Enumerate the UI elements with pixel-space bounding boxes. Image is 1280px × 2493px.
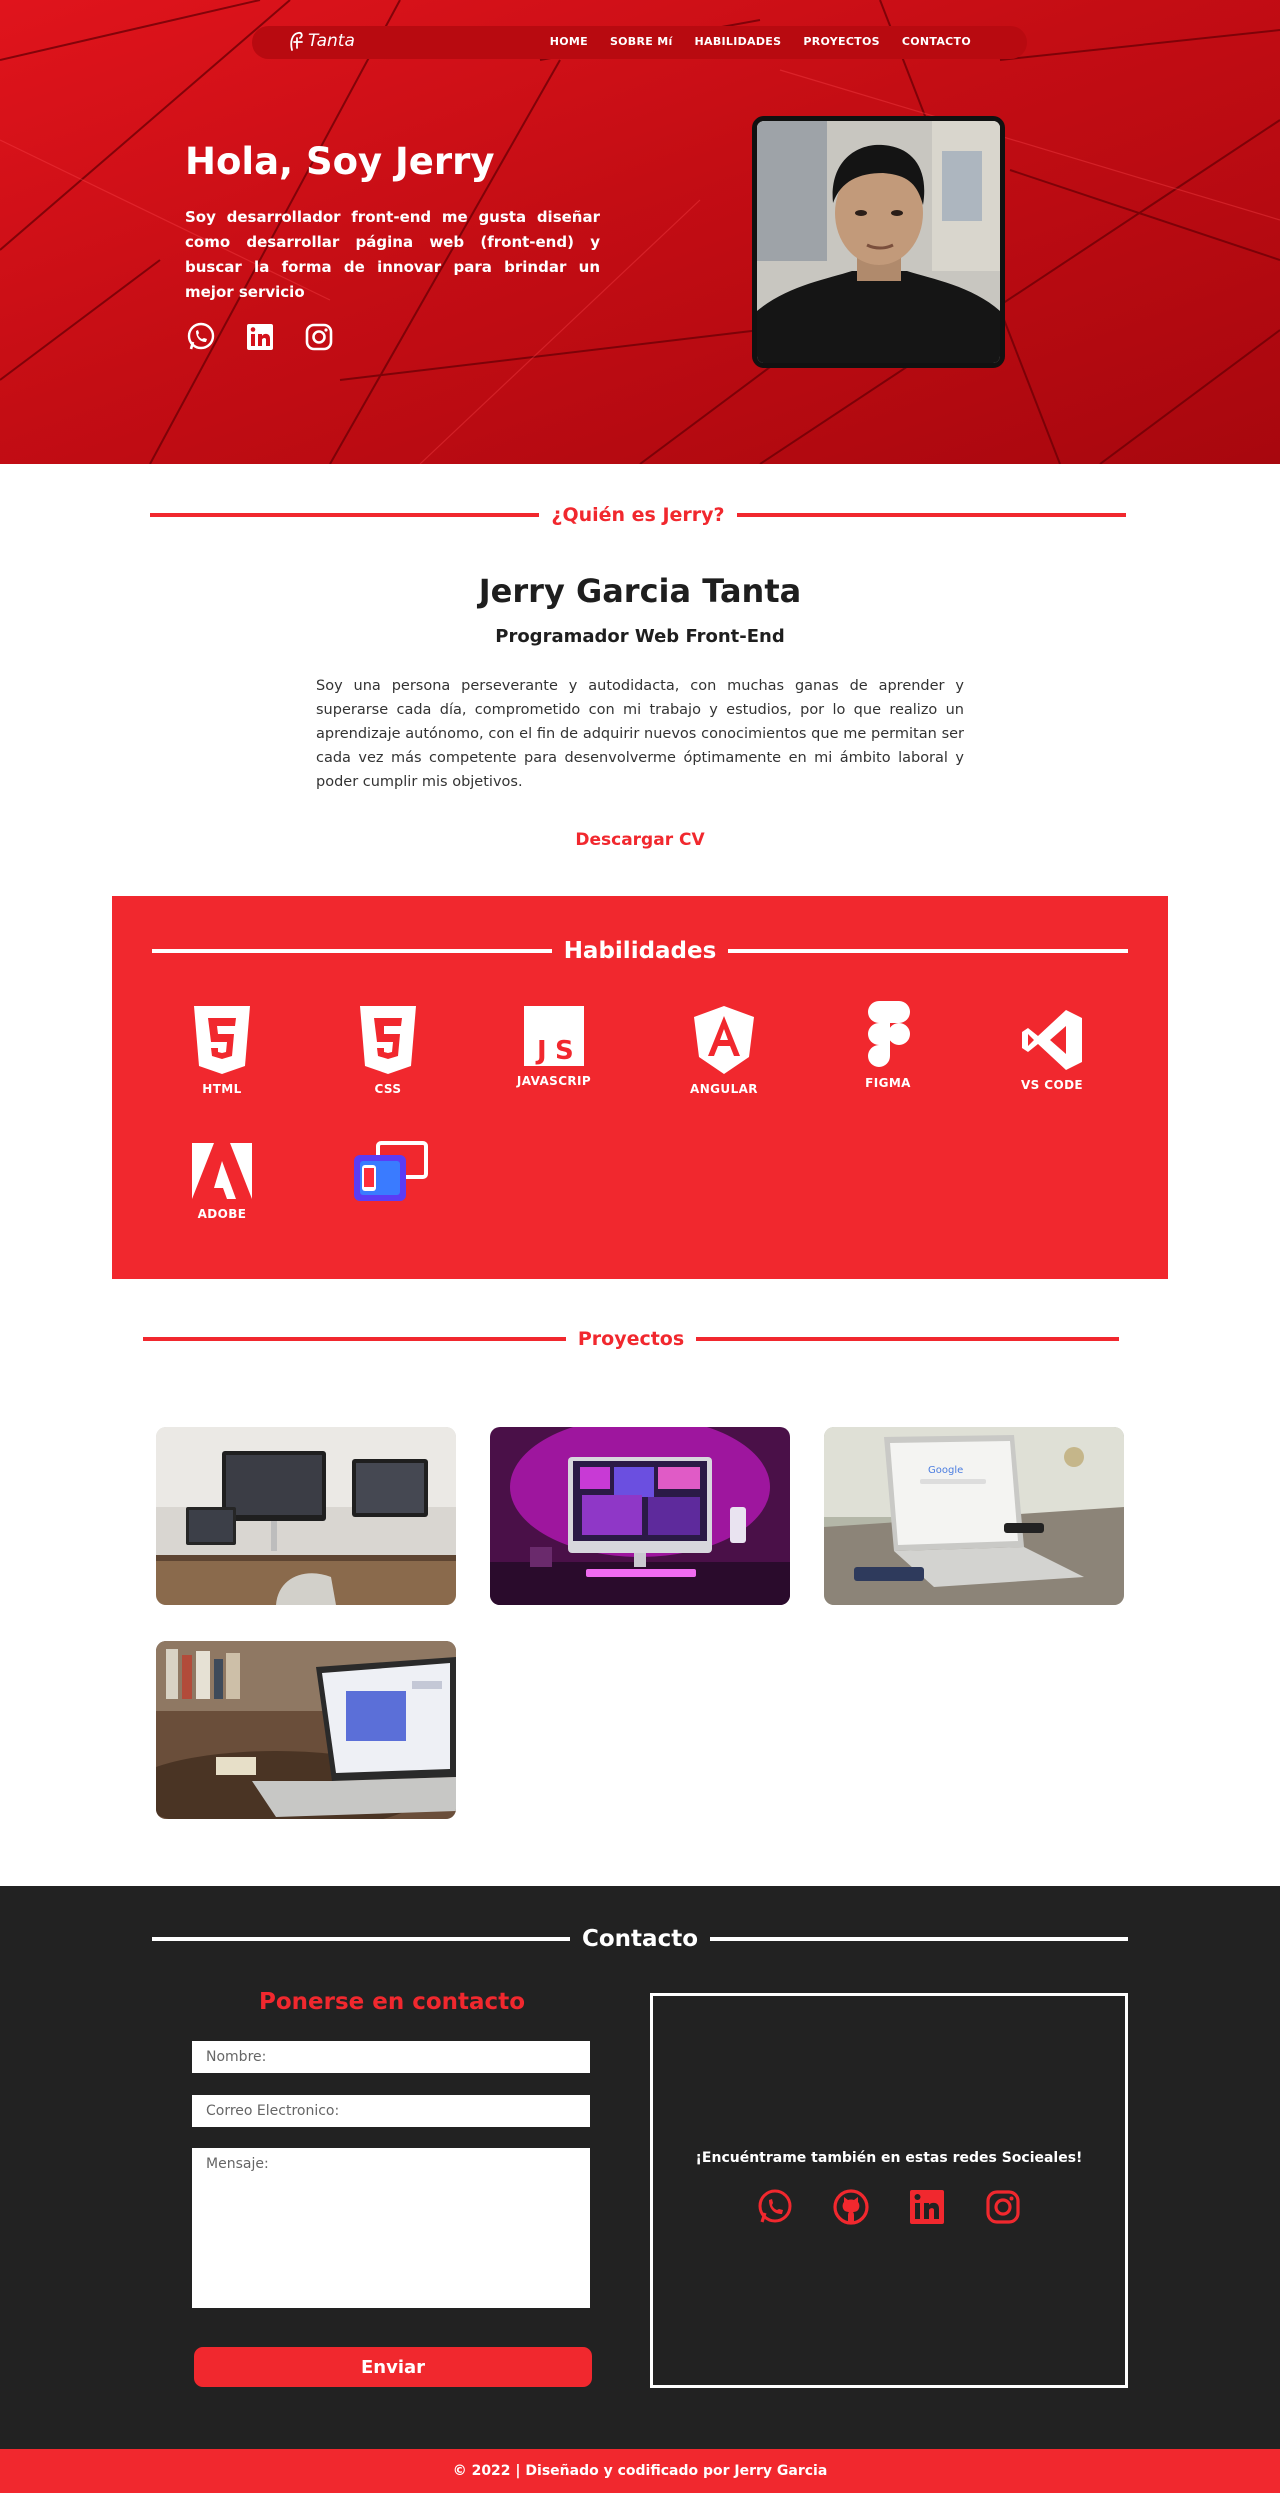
nav-habilidades[interactable]: HABILIDADES — [695, 35, 782, 48]
nav-links: HOME SOBRE Mí HABILIDADES PROYECTOS CONT… — [550, 35, 971, 48]
skills-section-title: Habilidades — [152, 938, 1128, 964]
responsive-devices-icon — [354, 1141, 428, 1201]
html5-icon — [194, 1006, 250, 1074]
css3-icon — [360, 1006, 416, 1074]
divider-line — [152, 949, 552, 953]
svg-text:Google: Google — [928, 1465, 963, 1476]
email-field[interactable] — [192, 2095, 590, 2127]
skill-label: HTML — [202, 1082, 242, 1096]
hero-social-links — [185, 321, 600, 353]
name-field[interactable] — [192, 2041, 590, 2073]
nav-proyectos[interactable]: PROYECTOS — [803, 35, 880, 48]
contact-form-title: Ponerse en contacto — [258, 1989, 525, 2015]
skill-label: VS CODE — [1020, 1078, 1084, 1092]
nav-sobre-mi[interactable]: SOBRE Mí — [610, 35, 673, 48]
divider-line — [710, 1937, 1128, 1941]
divider-line — [152, 1937, 570, 1941]
github-icon[interactable] — [832, 2188, 870, 2226]
logo[interactable]: Tanta — [288, 30, 355, 52]
social-links-box: ¡Encuéntrame también en estas redes Soci… — [650, 1993, 1128, 2388]
contact-title-text: Contacto — [582, 1926, 698, 1952]
instagram-icon[interactable] — [984, 2188, 1022, 2226]
profile-photo-illustration — [757, 121, 1000, 363]
project-card-4[interactable] — [156, 1641, 456, 1819]
about-name: Jerry Garcia Tanta — [478, 572, 802, 610]
javascript-icon: SJ — [524, 1006, 584, 1066]
navbar: Tanta HOME SOBRE Mí HABILIDADES PROYECTO… — [252, 26, 1027, 59]
profile-photo — [752, 116, 1005, 368]
about-section: ¿Quién es Jerry? Jerry Garcia Tanta Prog… — [0, 464, 1280, 896]
linkedin-icon[interactable] — [908, 2188, 946, 2226]
about-title-text: ¿Quién es Jerry? — [551, 504, 725, 526]
whatsapp-icon[interactable] — [185, 321, 217, 353]
whatsapp-icon[interactable] — [756, 2188, 794, 2226]
skill-vscode: VS CODE — [992, 1008, 1112, 1092]
skill-adobe: ADOBE — [162, 1141, 282, 1221]
vscode-icon — [1022, 1010, 1082, 1070]
nav-home[interactable]: HOME — [550, 35, 588, 48]
about-role: Programador Web Front-End — [495, 626, 785, 647]
skill-angular: ANGULAR — [664, 1004, 784, 1096]
skills-panel: Habilidades HTML CSS SJ JAVASCRIP ANGULA… — [112, 896, 1168, 1279]
angular-icon — [694, 1006, 754, 1074]
skill-label: JAVASCRIP — [516, 1074, 592, 1088]
nav-contacto[interactable]: CONTACTO — [902, 35, 971, 48]
contact-section-title: Contacto — [152, 1926, 1128, 1952]
skill-label: ADOBE — [197, 1207, 247, 1221]
skill-figma: FIGMA — [828, 1000, 948, 1090]
linkedin-icon[interactable] — [244, 321, 276, 353]
hero-title: Hola, Soy Jerry — [185, 140, 495, 183]
skill-label: ANGULAR — [690, 1082, 758, 1096]
social-icons-row — [653, 2188, 1125, 2226]
skills-section: Habilidades HTML CSS SJ JAVASCRIP ANGULA… — [0, 896, 1280, 1300]
project-image-purple-setup — [490, 1427, 790, 1605]
social-links-title: ¡Encuéntrame también en estas redes Soci… — [695, 2150, 1083, 2166]
contact-section: Contacto Ponerse en contacto Enviar ¡Enc… — [0, 1886, 1280, 2449]
download-cv-link[interactable]: Descargar CV — [0, 830, 1280, 850]
divider-line — [150, 513, 540, 517]
logo-mark-icon — [290, 31, 303, 51]
project-card-3[interactable]: Google — [824, 1427, 1124, 1605]
project-image-desk-monitors — [156, 1427, 456, 1605]
divider-line — [143, 1337, 566, 1341]
divider-line — [696, 1337, 1120, 1341]
skill-javascript: SJ JAVASCRIP — [494, 1004, 614, 1088]
divider-line — [736, 513, 1126, 517]
skills-title-text: Habilidades — [563, 938, 717, 964]
about-section-title: ¿Quién es Jerry? — [150, 504, 1126, 526]
svg-text:J: J — [535, 1036, 547, 1066]
footer: © 2022 | Diseñado y codificado por Jerry… — [0, 2449, 1280, 2493]
skill-html: HTML — [162, 1004, 282, 1096]
project-image-laptop-bookshelf — [156, 1641, 456, 1819]
about-text: Soy una persona perseverante y autodidac… — [316, 678, 964, 790]
skill-label: FIGMA — [865, 1076, 911, 1090]
send-button[interactable]: Enviar — [194, 2347, 592, 2387]
instagram-icon[interactable] — [303, 321, 335, 353]
adobe-icon — [192, 1143, 252, 1199]
projects-section-title: Proyectos — [143, 1328, 1120, 1350]
skill-css: CSS — [328, 1004, 448, 1096]
divider-line — [728, 949, 1128, 953]
projects-section: Proyectos Google — [0, 1300, 1280, 1886]
logo-text: Tanta — [308, 31, 355, 51]
project-card-1[interactable] — [156, 1427, 456, 1605]
figma-icon — [868, 1001, 910, 1067]
hero-section: Tanta HOME SOBRE Mí HABILIDADES PROYECTO… — [0, 0, 1280, 464]
skill-label: CSS — [374, 1082, 402, 1096]
hero-description: Soy desarrollador front-end me gusta dis… — [185, 208, 600, 301]
project-image-laptop-google: Google — [824, 1427, 1124, 1605]
projects-title-text: Proyectos — [577, 1328, 685, 1350]
project-card-2[interactable] — [490, 1427, 790, 1605]
hero-intro: Hola, Soy Jerry Soy desarrollador front-… — [185, 140, 600, 353]
footer-text: © 2022 | Diseñado y codificado por Jerry… — [452, 2463, 828, 2479]
skill-responsive — [330, 1141, 450, 1211]
message-field[interactable] — [192, 2148, 590, 2308]
svg-text:S: S — [555, 1036, 574, 1066]
